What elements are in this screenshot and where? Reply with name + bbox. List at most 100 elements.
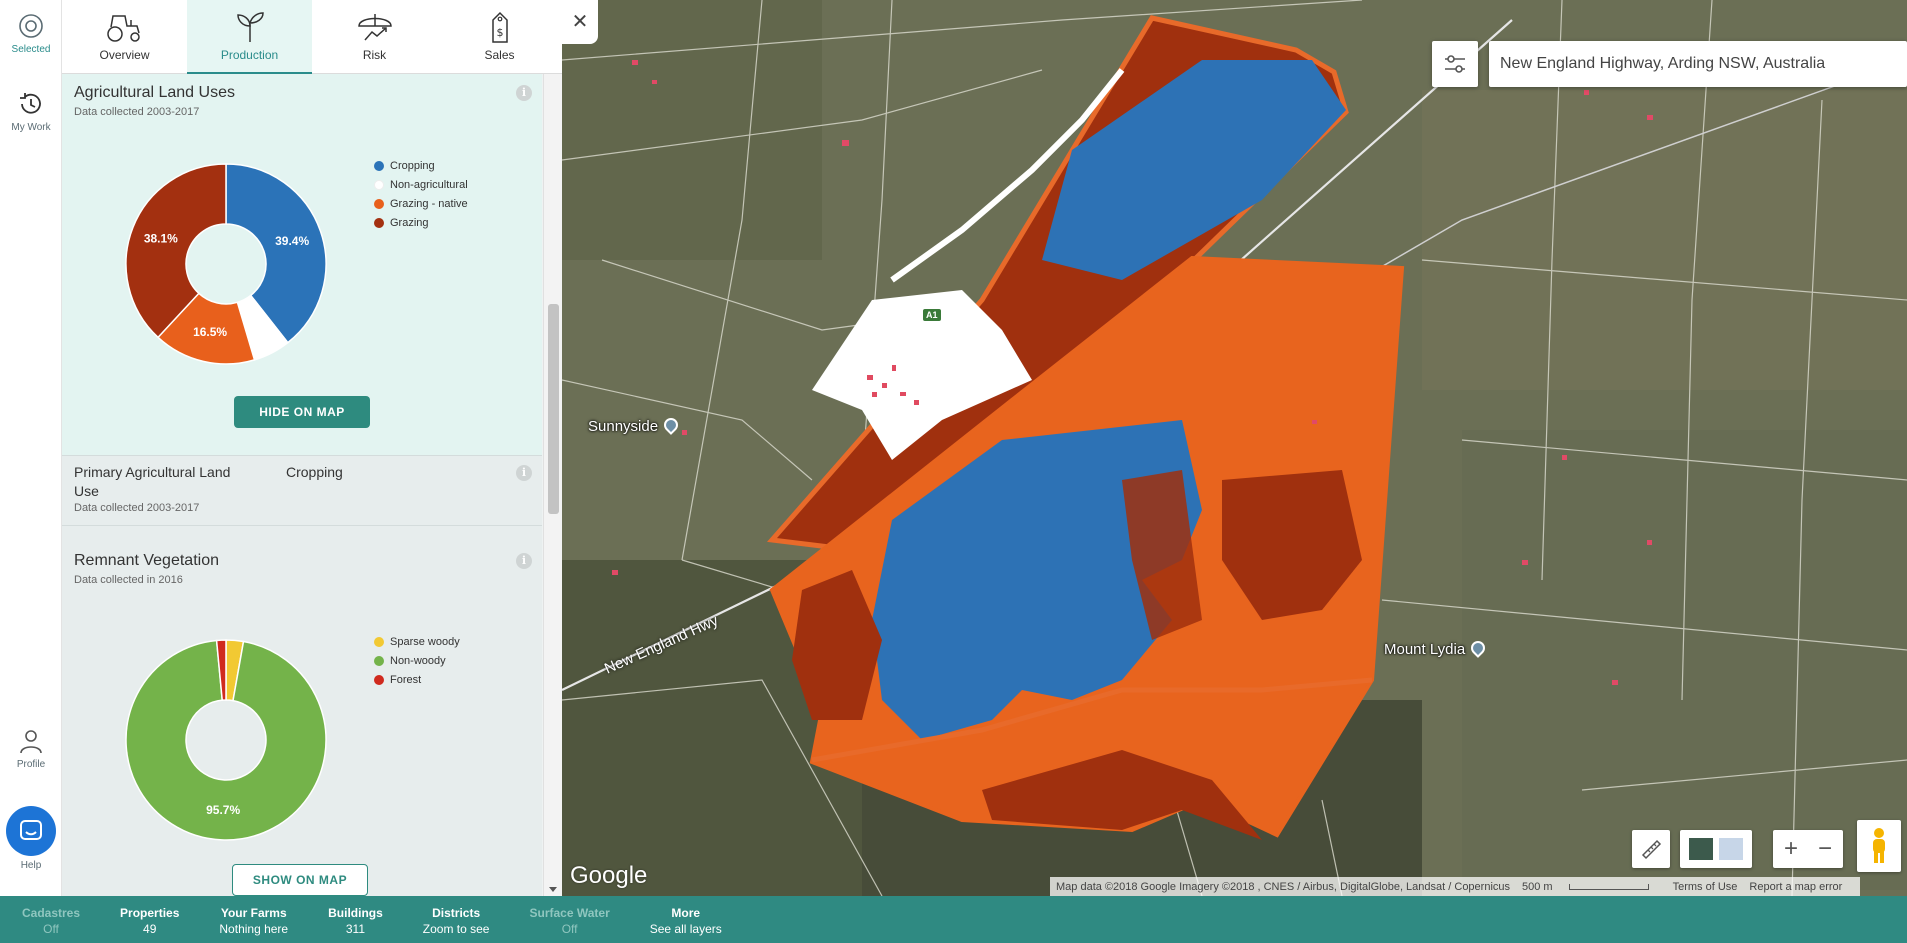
layer-toggle-properties[interactable]: Properties 49 — [120, 896, 179, 943]
route-badge: A1 — [923, 309, 941, 321]
land-uses-card: Agricultural Land Uses Data collected 20… — [62, 74, 542, 456]
tab-overview-label: Overview — [99, 48, 150, 62]
tab-overview[interactable]: Overview — [62, 0, 187, 74]
info-icon[interactable]: i — [516, 85, 532, 101]
sprout-icon — [236, 12, 264, 42]
sliders-icon — [1445, 55, 1465, 73]
layer-toggle-your-farms[interactable]: Your Farms Nothing here — [219, 896, 288, 943]
layer-status: See all layers — [649, 922, 722, 936]
zoom-in-button[interactable]: + — [1774, 830, 1808, 868]
umbrella-chart-icon — [357, 14, 392, 41]
layer-toggle-surface-water[interactable]: Surface Water Off — [529, 896, 609, 943]
layer-status: Off — [43, 922, 59, 936]
legend-label: Non-agricultural — [390, 178, 468, 191]
legend-label: Grazing — [390, 216, 429, 229]
primary-land-use-subtitle: Data collected 2003-2017 — [74, 502, 200, 514]
side-panel: Overview Production Risk $ Sales Agricul… — [62, 0, 562, 896]
tab-production[interactable]: Production — [187, 0, 312, 74]
terms-link[interactable]: Terms of Use — [1673, 881, 1738, 893]
layer-name: Cadastres — [22, 906, 81, 920]
info-icon[interactable]: i — [516, 553, 532, 569]
layer-name: Your Farms — [220, 906, 287, 920]
hide-on-map-button[interactable]: HIDE ON MAP — [234, 396, 370, 428]
layer-name: Buildings — [328, 906, 383, 920]
primary-land-use-title-2: Use — [74, 483, 99, 499]
place-label-sunnyside: Sunnyside — [588, 415, 681, 435]
zoom-out-button[interactable]: − — [1808, 830, 1842, 868]
report-link[interactable]: Report a map error — [1749, 881, 1842, 893]
layers-bar: Cadastres Off Properties 49 Your Farms Nothin… — [0, 896, 1907, 943]
rail-help-label: Help — [20, 860, 42, 871]
layer-status: 49 — [143, 922, 157, 936]
address-search-input[interactable]: New England Highway, Arding NSW, Austral… — [1489, 41, 1907, 87]
left-rail: Selected My Work Profile Help — [0, 0, 62, 896]
layer-status: Nothing here — [219, 922, 289, 936]
ruler-icon — [1641, 839, 1662, 860]
layer-name: More — [671, 906, 701, 920]
map-type-toggle[interactable] — [1680, 830, 1752, 868]
legend-swatch — [374, 674, 384, 685]
remnant-veg-title: Remnant Vegetation — [74, 552, 219, 569]
street-view-pegman[interactable] — [1857, 820, 1901, 872]
scale-bar — [1568, 883, 1649, 890]
primary-land-use-card: Primary Agricultural Land Use Cropping D… — [62, 456, 542, 526]
layer-name: Properties — [120, 906, 180, 920]
legend-label: Sparse woody — [390, 635, 460, 648]
tab-sales[interactable]: $ Sales — [437, 0, 562, 74]
legend-swatch — [374, 636, 384, 647]
layer-status: Zoom to see — [422, 922, 490, 936]
layer-toggle-more[interactable]: More See all layers — [650, 896, 722, 943]
legend-item: Non-woody — [374, 651, 460, 670]
tab-risk-label: Risk — [362, 48, 387, 62]
rail-profile-label: Profile — [16, 759, 46, 770]
land-uses-subtitle: Data collected 2003-2017 — [74, 106, 200, 118]
rail-my-work-label: My Work — [11, 122, 51, 133]
price-tag-icon: $ — [491, 11, 508, 43]
legend-label: Cropping — [390, 159, 435, 172]
rail-selected[interactable]: Selected — [0, 12, 62, 55]
measure-button[interactable] — [1632, 830, 1670, 868]
land-uses-title: Agricultural Land Uses — [74, 84, 235, 101]
info-icon[interactable]: i — [516, 465, 532, 481]
remnant-veg-subtitle: Data collected in 2016 — [74, 574, 183, 586]
rail-profile[interactable]: Profile — [0, 727, 62, 770]
land-uses-donut-chart: 39.4% 16.5% 38.1% — [125, 163, 327, 365]
legend-swatch — [374, 655, 384, 666]
map-view[interactable]: New England Highway, Arding NSW, Austral… — [562, 0, 1907, 896]
filter-button[interactable] — [1432, 41, 1478, 87]
chat-icon[interactable] — [6, 806, 56, 856]
legend-label: Grazing - native — [390, 197, 468, 210]
layer-toggle-districts[interactable]: Districts Zoom to see — [423, 896, 490, 943]
show-on-map-button[interactable]: SHOW ON MAP — [232, 864, 368, 896]
remnant-veg-card: Remnant Vegetation Data collected in 201… — [62, 526, 542, 896]
zoom-controls: + − — [1773, 830, 1843, 868]
panel-scroll-area[interactable]: Agricultural Land Uses Data collected 20… — [62, 74, 542, 896]
user-icon — [20, 730, 42, 754]
layer-toggle-cadastres[interactable]: Cadastres Off — [22, 896, 80, 943]
legend-swatch — [374, 217, 384, 228]
map-thumb-icon[interactable] — [1719, 838, 1743, 860]
panel-scrollbar[interactable] — [543, 74, 562, 896]
place-label-mount-lydia: Mount Lydia — [1384, 638, 1489, 658]
legend-label: Forest — [390, 673, 422, 686]
target-icon — [19, 14, 43, 38]
legend-item: Grazing — [374, 213, 468, 232]
satellite-thumb-icon[interactable] — [1689, 838, 1713, 860]
history-icon — [20, 93, 41, 114]
rail-help[interactable]: Help — [0, 806, 62, 871]
legend-swatch — [374, 198, 384, 209]
remnant-veg-donut-chart: 95.7% — [125, 639, 327, 841]
layer-toggle-buildings[interactable]: Buildings 311 — [328, 896, 383, 943]
close-panel-button[interactable]: ✕ — [562, 0, 598, 44]
rail-selected-label: Selected — [11, 44, 51, 55]
tab-risk[interactable]: Risk — [312, 0, 437, 74]
google-logo: Google — [570, 862, 648, 889]
satellite-map — [562, 0, 1907, 896]
scroll-thumb[interactable] — [548, 304, 559, 514]
scroll-down-arrow-icon[interactable] — [549, 887, 557, 892]
rail-my-work[interactable]: My Work — [0, 90, 62, 133]
legend-swatch — [374, 160, 384, 171]
layer-status: Off — [561, 922, 578, 936]
remnant-veg-legend: Sparse woody Non-woody Forest — [374, 632, 460, 689]
tab-sales-label: Sales — [484, 48, 515, 62]
